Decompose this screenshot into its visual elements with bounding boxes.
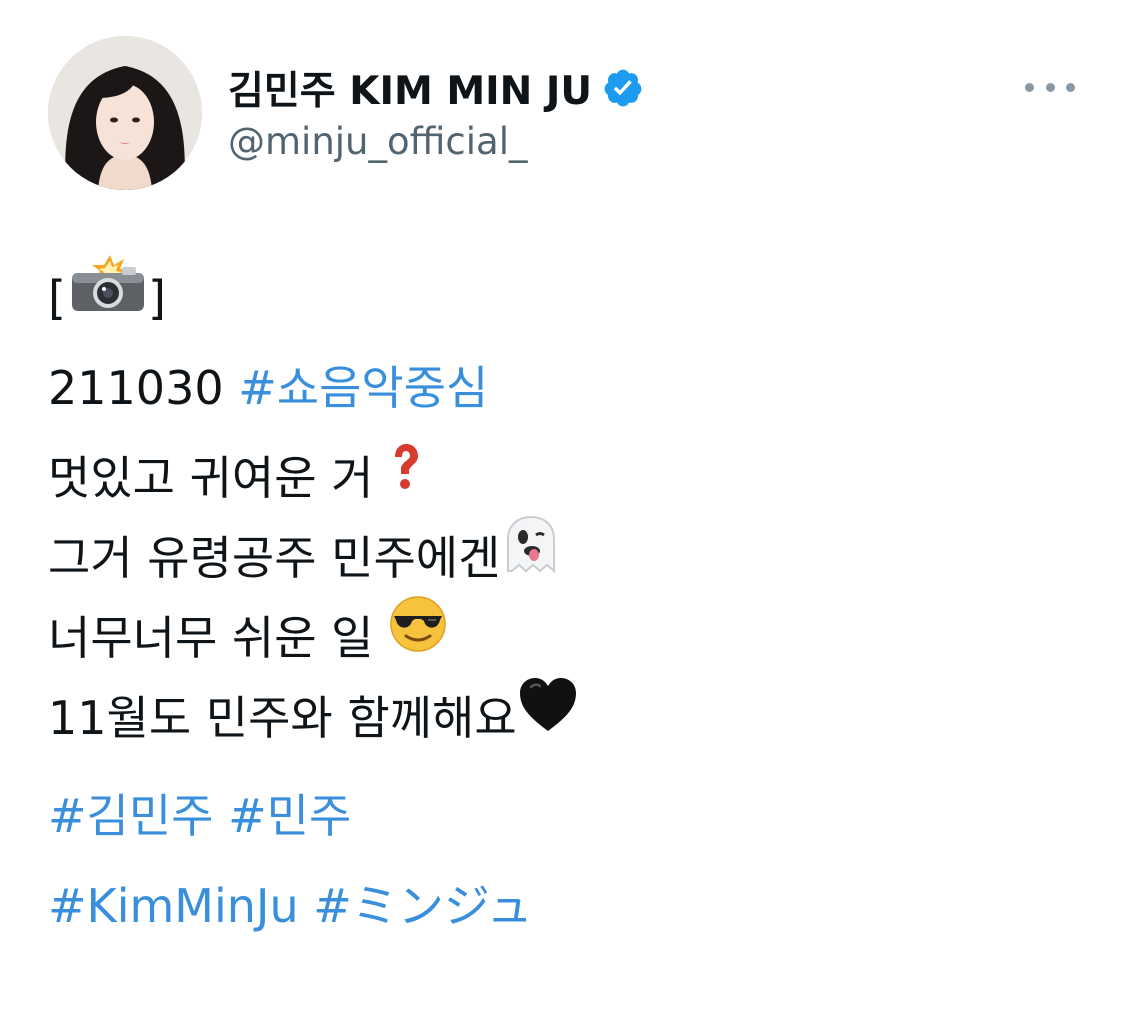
text-line: 11월도 민주와 함께해요 <box>48 691 517 745</box>
ghost-tongue-emoji <box>500 513 562 599</box>
text-line: 멋있고 귀여운 거 <box>48 451 374 505</box>
author-info: 김민주 KIM MIN JU @minju_official_ <box>228 60 644 163</box>
ellipsis-icon <box>1066 82 1075 92</box>
hashtag-link[interactable]: #민주 <box>228 789 351 843</box>
hashtag-link[interactable]: #KimMinJu <box>48 879 299 933</box>
sunglasses-face-emoji <box>388 594 448 678</box>
camera-line: [ ] <box>48 254 1078 338</box>
camera-flash-emoji <box>66 254 148 337</box>
verified-badge-icon <box>602 67 644 109</box>
text-line: 너무너무 쉬운 일 <box>48 611 374 665</box>
date-text: 211030 <box>48 361 224 415</box>
hashtags-row-2: #KimMinJu #ミンジュ <box>48 866 1078 946</box>
avatar[interactable] <box>48 36 202 190</box>
text-line-1: 멋있고 귀여운 거 <box>48 438 1078 518</box>
handle[interactable]: @minju_official_ <box>228 120 644 163</box>
bracket-close: ] <box>147 271 166 325</box>
name-row: 김민주 KIM MIN JU <box>228 60 644 116</box>
text-line: 그거 유령공주 민주에겐 <box>48 531 501 585</box>
hashtag-link[interactable]: #쇼음악중심 <box>238 361 488 415</box>
hashtags-row-1: #김민주 #민주 <box>48 776 1078 856</box>
red-question-mark-emoji <box>388 436 422 516</box>
tweet: 김민주 KIM MIN JU @minju_official_ [] 2110… <box>0 0 1125 1035</box>
display-name[interactable]: 김민주 KIM MIN JU <box>228 60 592 116</box>
date-line: 211030 #쇼음악중심 <box>48 348 1078 428</box>
hashtag-link[interactable]: #김민주 <box>48 789 214 843</box>
ellipsis-icon <box>1045 82 1055 92</box>
ellipsis-icon <box>1025 82 1034 92</box>
text-line-4: 11월도 민주와 함께해요 <box>48 675 1078 758</box>
profile-photo <box>48 36 202 190</box>
hashtag-link[interactable]: #ミンジュ <box>313 879 532 933</box>
black-heart-emoji <box>517 675 579 757</box>
text-line-2: 그거 유령공주 민주에겐 <box>48 515 1078 598</box>
text-line-3: 너무너무 쉬운 일 <box>48 595 1078 678</box>
more-options-button[interactable] <box>1025 70 1075 104</box>
bracket-open: [ <box>48 271 66 325</box>
tweet-text: [ ] 211030 #쇼음악중심 멋있고 귀여운 거 그거 유령공주 민주에겐… <box>48 254 1078 946</box>
